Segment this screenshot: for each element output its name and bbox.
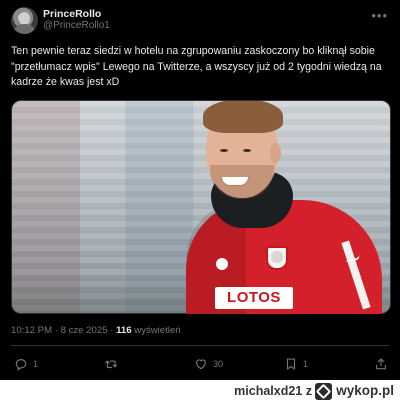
- sponsor-text: LOTOS: [215, 287, 293, 309]
- like-icon: [196, 359, 206, 370]
- reply-count: 1: [33, 359, 39, 369]
- like-button[interactable]: 30: [194, 354, 223, 374]
- bookmark-count: 1: [303, 359, 309, 369]
- avatar[interactable]: [11, 7, 38, 34]
- views-label: wyświetleń: [131, 325, 181, 336]
- display-name[interactable]: PrinceRollo: [43, 8, 101, 20]
- watermark-user: michalxd21 z: [234, 384, 312, 398]
- timestamp[interactable]: 10:12 PM · 8 cze 2025 ·: [11, 325, 116, 336]
- retweet-button[interactable]: [104, 354, 123, 374]
- bookmark-icon: [286, 358, 296, 370]
- more-icon[interactable]: •••: [371, 8, 388, 23]
- tweet-card: PrinceRollo @PrinceRollo1 ••• Ten pewnie…: [0, 0, 400, 380]
- tweet-text: Ten pewnie teraz siedzi w hotelu na zgru…: [11, 45, 382, 88]
- views-count: 116: [116, 325, 132, 336]
- share-icon: [376, 358, 386, 370]
- kit-logo-icon: [216, 258, 228, 270]
- user-handle[interactable]: @PrinceRollo1: [43, 20, 110, 31]
- bookmark-button[interactable]: 1: [284, 354, 308, 374]
- tweet-meta: 10:12 PM · 8 cze 2025 · 116 wyświetleń: [11, 325, 181, 336]
- like-count: 30: [213, 359, 224, 369]
- watermark-bar: michalxd21 z wykop.pl: [0, 380, 400, 403]
- reply-icon: [15, 359, 27, 371]
- watermark-site: wykop.pl: [336, 383, 394, 398]
- retweet-icon: [105, 360, 117, 369]
- action-bar: 1 30 1: [0, 354, 400, 374]
- reply-button[interactable]: 1: [14, 354, 38, 374]
- divider: [11, 345, 389, 346]
- share-button[interactable]: [374, 354, 393, 374]
- wykop-logo-icon: [315, 383, 332, 400]
